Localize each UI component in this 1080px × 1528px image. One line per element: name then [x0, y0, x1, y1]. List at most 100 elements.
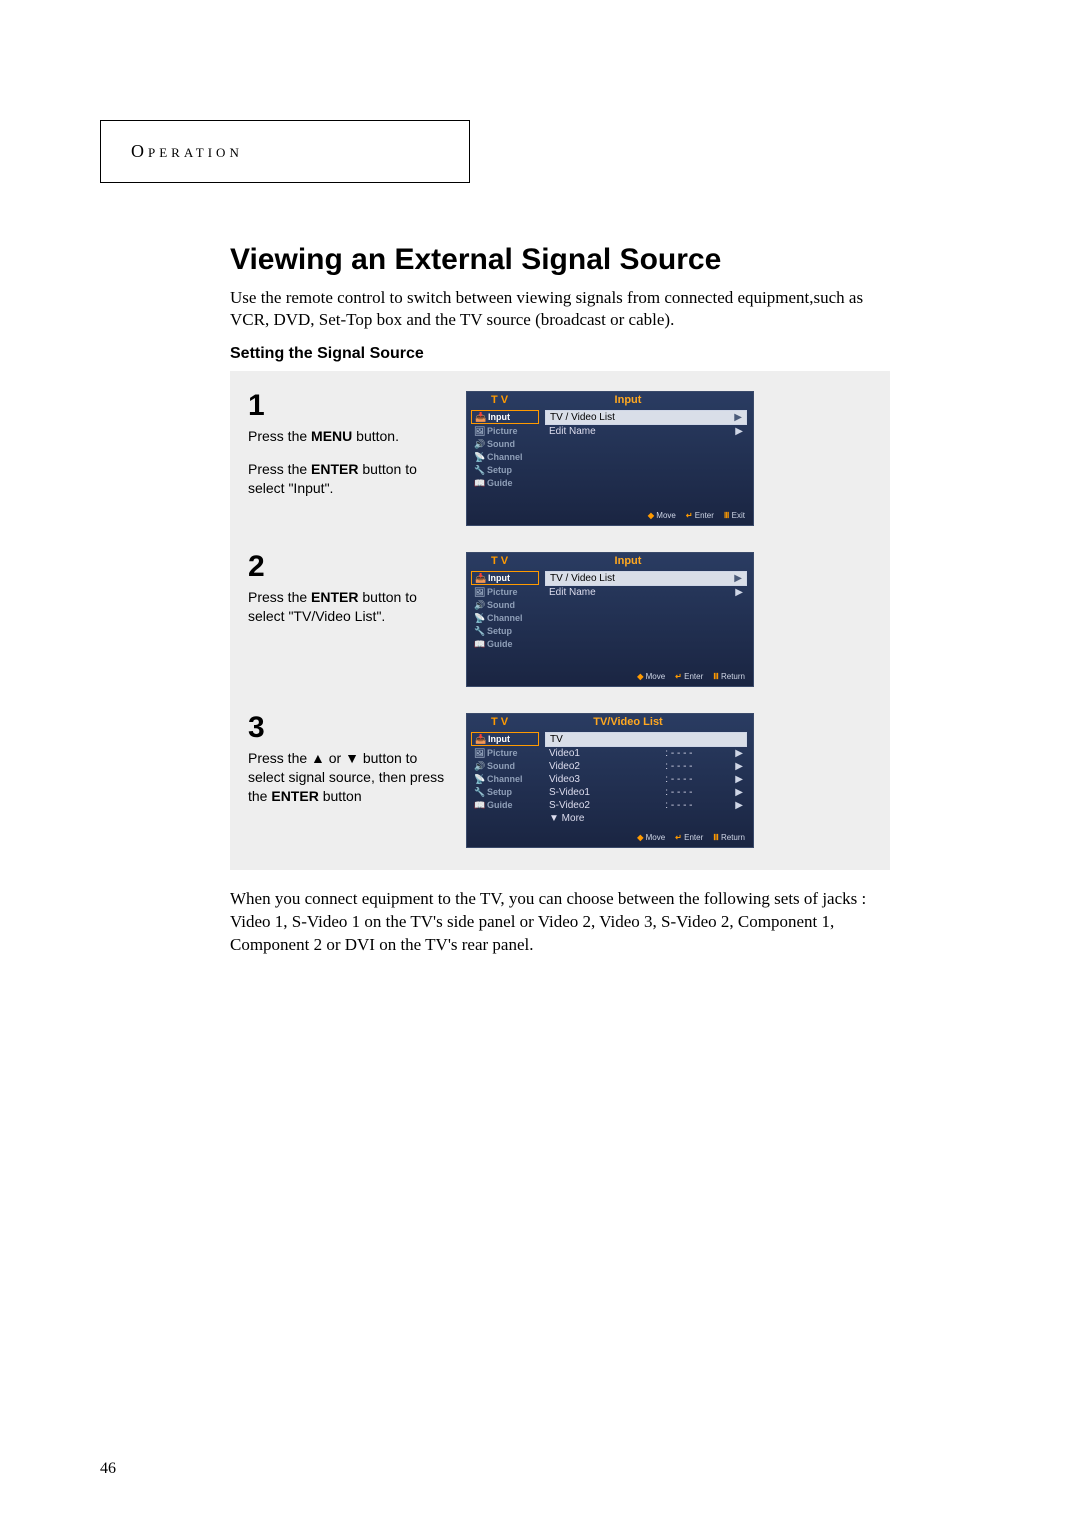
- osd-screenshot-1: T V Input 📥Input 🖼Picture 🔊Sound 📡Channe…: [466, 391, 754, 526]
- arrow-right-icon: ▶: [735, 426, 743, 437]
- step-2: 2 Press the ENTER button to select "TV/V…: [248, 552, 872, 713]
- osd-sidebar: 📥Input 🖼Picture 🔊Sound 📡Channel 🔧Setup 📖…: [467, 730, 543, 830]
- side-item-setup: 🔧Setup: [471, 786, 539, 798]
- step-2-text: 2 Press the ENTER button to select "TV/V…: [248, 552, 448, 687]
- footer-exit: Ⅲ Exit: [724, 511, 745, 520]
- setup-icon: 🔧: [474, 787, 484, 797]
- osd-main: TV Video1: - - - -▶ Video2: - - - -▶ Vid…: [543, 730, 753, 830]
- subheading: Setting the Signal Source: [230, 345, 890, 363]
- step-1: 1 Press the MENU button. Press the ENTER…: [248, 391, 872, 552]
- osd-main: TV / Video List▶ Edit Name▶: [543, 569, 753, 669]
- osd-main: TV / Video List▶ Edit Name▶: [543, 408, 753, 508]
- guide-icon: 📖: [474, 478, 484, 488]
- picture-icon: 🖼: [474, 748, 484, 758]
- osd-body: 📥Input 🖼Picture 🔊Sound 📡Channel 🔧Setup 📖…: [467, 569, 753, 669]
- osd-tv-label: T V: [467, 555, 543, 567]
- osd-header: T V Input: [467, 392, 753, 408]
- sound-icon: 🔊: [474, 761, 484, 771]
- arrow-right-icon: ▶: [735, 800, 743, 811]
- sound-icon: 🔊: [474, 439, 484, 449]
- arrow-right-icon: ▶: [735, 761, 743, 772]
- osd-row: TV: [545, 732, 747, 747]
- arrow-right-icon: ▶: [735, 748, 743, 759]
- osd-tv-label: T V: [467, 716, 543, 728]
- intro-paragraph: Use the remote control to switch between…: [230, 287, 890, 331]
- step-3-number: 3: [248, 713, 448, 743]
- step-1-line1: Press the MENU button.: [248, 427, 448, 446]
- osd-row: Video1: - - - -▶: [545, 747, 747, 760]
- footer-return: Ⅲ Return: [713, 672, 745, 681]
- side-item-channel: 📡Channel: [471, 451, 539, 463]
- page-title: Viewing an External Signal Source: [230, 243, 890, 277]
- osd-screenshot-3: T V TV/Video List 📥Input 🖼Picture 🔊Sound…: [466, 713, 754, 848]
- step-1-line2: Press the ENTER button to select "Input"…: [248, 460, 448, 498]
- picture-icon: 🖼: [474, 426, 484, 436]
- osd-title: Input: [543, 394, 753, 406]
- footer-enter: ↵ Enter: [675, 833, 703, 842]
- side-item-input: 📥Input: [471, 571, 539, 585]
- guide-icon: 📖: [474, 639, 484, 649]
- osd-title: TV/Video List: [543, 716, 753, 728]
- osd-header: T V Input: [467, 553, 753, 569]
- setup-icon: 🔧: [474, 626, 484, 636]
- page-content: Viewing an External Signal Source Use th…: [230, 243, 890, 957]
- side-item-setup: 🔧Setup: [471, 464, 539, 476]
- picture-icon: 🖼: [474, 587, 484, 597]
- footer-enter: ↵ Enter: [675, 672, 703, 681]
- osd-footer: ◆ Move ↵ Enter Ⅲ Return: [467, 669, 753, 686]
- osd-row: Video3: - - - -▶: [545, 773, 747, 786]
- side-item-setup: 🔧Setup: [471, 625, 539, 637]
- after-paragraph: When you connect equipment to the TV, yo…: [230, 888, 890, 957]
- footer-move: ◆ Move: [648, 511, 676, 520]
- osd-row: S-Video2: - - - -▶: [545, 799, 747, 812]
- osd-row: TV / Video List▶: [545, 571, 747, 586]
- side-item-guide: 📖Guide: [471, 477, 539, 489]
- guide-icon: 📖: [474, 800, 484, 810]
- side-item-sound: 🔊Sound: [471, 599, 539, 611]
- input-icon: 📥: [475, 412, 485, 422]
- osd-sidebar: 📥Input 🖼Picture 🔊Sound 📡Channel 🔧Setup 📖…: [467, 408, 543, 508]
- osd-row: Edit Name▶: [545, 425, 747, 438]
- arrow-right-icon: ▶: [735, 587, 743, 598]
- osd-row: Video2: - - - -▶: [545, 760, 747, 773]
- side-item-input: 📥Input: [471, 410, 539, 424]
- osd-body: 📥Input 🖼Picture 🔊Sound 📡Channel 🔧Setup 📖…: [467, 408, 753, 508]
- osd-tv-label: T V: [467, 394, 543, 406]
- page-number: 46: [100, 1460, 116, 1478]
- side-item-channel: 📡Channel: [471, 612, 539, 624]
- step-2-number: 2: [248, 552, 448, 582]
- footer-return: Ⅲ Return: [713, 833, 745, 842]
- side-item-sound: 🔊Sound: [471, 438, 539, 450]
- step-1-number: 1: [248, 391, 448, 421]
- step-2-line1: Press the ENTER button to select "TV/Vid…: [248, 588, 448, 626]
- osd-footer: ◆ Move ↵ Enter Ⅲ Return: [467, 830, 753, 847]
- osd-row: Edit Name▶: [545, 586, 747, 599]
- osd-row-more: ▼ More: [545, 812, 747, 825]
- section-header: Operation: [131, 141, 243, 161]
- osd-screenshot-2: T V Input 📥Input 🖼Picture 🔊Sound 📡Channe…: [466, 552, 754, 687]
- setup-icon: 🔧: [474, 465, 484, 475]
- footer-move: ◆ Move: [637, 672, 665, 681]
- osd-body: 📥Input 🖼Picture 🔊Sound 📡Channel 🔧Setup 📖…: [467, 730, 753, 830]
- side-item-sound: 🔊Sound: [471, 760, 539, 772]
- side-item-guide: 📖Guide: [471, 799, 539, 811]
- footer-move: ◆ Move: [637, 833, 665, 842]
- osd-row: S-Video1: - - - -▶: [545, 786, 747, 799]
- side-item-channel: 📡Channel: [471, 773, 539, 785]
- arrow-right-icon: ▶: [735, 787, 743, 798]
- channel-icon: 📡: [474, 613, 484, 623]
- arrow-right-icon: ▶: [734, 573, 742, 584]
- side-item-picture: 🖼Picture: [471, 425, 539, 437]
- side-item-picture: 🖼Picture: [471, 747, 539, 759]
- step-3: 3 Press the ▲ or ▼ button to select sign…: [248, 713, 872, 854]
- side-item-picture: 🖼Picture: [471, 586, 539, 598]
- channel-icon: 📡: [474, 774, 484, 784]
- arrow-right-icon: ▶: [734, 412, 742, 423]
- osd-sidebar: 📥Input 🖼Picture 🔊Sound 📡Channel 🔧Setup 📖…: [467, 569, 543, 669]
- side-item-guide: 📖Guide: [471, 638, 539, 650]
- step-1-text: 1 Press the MENU button. Press the ENTER…: [248, 391, 448, 526]
- osd-row: TV / Video List▶: [545, 410, 747, 425]
- channel-icon: 📡: [474, 452, 484, 462]
- input-icon: 📥: [475, 573, 485, 583]
- step-3-line1: Press the ▲ or ▼ button to select signal…: [248, 749, 448, 806]
